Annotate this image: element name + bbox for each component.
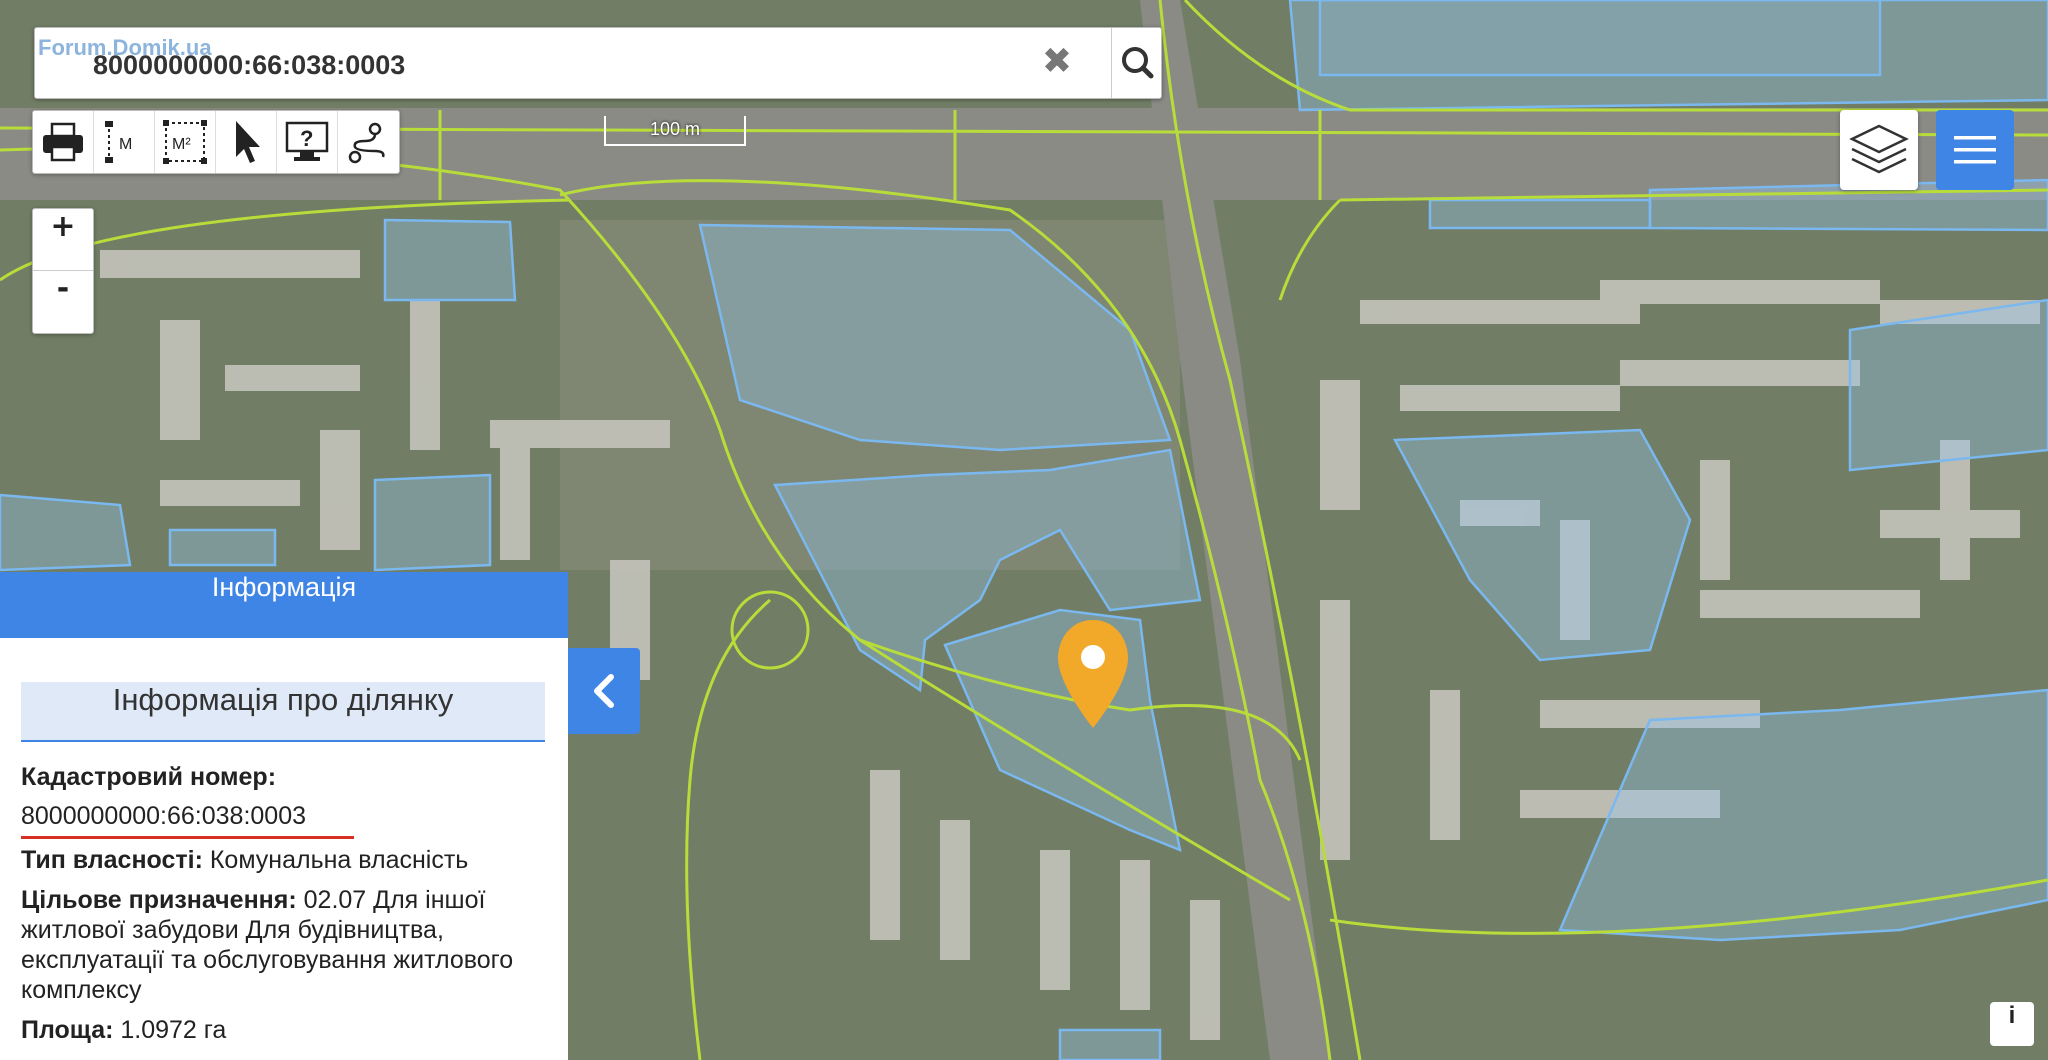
cadastral-label-row: Кадастровий номер: xyxy=(21,762,551,792)
clear-icon[interactable]: ✖ xyxy=(1037,42,1077,82)
chevron-left-icon xyxy=(594,674,614,708)
purpose-row: Цільове призначення: 02.07 Для іншої жит… xyxy=(21,885,551,1005)
ownership-row: Тип власності: Комунальна власність xyxy=(21,845,551,875)
menu-button[interactable] xyxy=(1936,110,2014,190)
measure-area-label: M² xyxy=(172,136,191,153)
measure-distance-icon: M xyxy=(105,121,132,163)
layers-button[interactable] xyxy=(1840,110,1918,190)
search-button[interactable] xyxy=(1113,28,1161,98)
svg-text:?: ? xyxy=(300,126,313,151)
print-button[interactable] xyxy=(33,111,94,173)
map-toolbar: M M² ? xyxy=(32,110,400,174)
zoom-out-button[interactable]: - xyxy=(33,271,93,332)
cadastral-underline xyxy=(21,836,354,839)
route-icon xyxy=(348,122,385,164)
hamburger-menu-icon xyxy=(1954,136,1996,164)
panel-header: Інформація xyxy=(0,572,568,638)
info-panel: Інформація Інформація про ділянку Кадаст… xyxy=(0,572,568,1060)
route-button[interactable] xyxy=(338,111,398,173)
parcel-info-heading: Інформація про ділянку xyxy=(21,682,545,742)
search-icon xyxy=(1122,47,1154,79)
ownership-label: Тип власності: xyxy=(21,846,203,874)
purpose-label: Цільове призначення: xyxy=(21,886,297,914)
cadastral-label: Кадастровий номер: xyxy=(21,763,277,791)
area-value: 1.0972 га xyxy=(113,1016,227,1044)
help-icon: ? xyxy=(285,121,329,161)
collapse-panel-button[interactable] xyxy=(568,648,640,734)
measure-distance-button[interactable]: M xyxy=(94,111,155,173)
select-button[interactable] xyxy=(216,111,277,173)
area-row: Площа: 1.0972 га xyxy=(21,1015,551,1045)
search-divider xyxy=(1111,28,1112,98)
pointer-icon xyxy=(236,121,260,163)
cadastral-number[interactable]: 8000000000:66:038:0003 xyxy=(21,802,306,831)
search-input[interactable] xyxy=(93,48,993,82)
measure-area-button[interactable]: M² xyxy=(155,111,216,173)
watermark: Forum.Domik.ua xyxy=(38,35,212,60)
help-button[interactable]: ? xyxy=(277,111,338,173)
measure-area-icon: M² xyxy=(163,120,207,164)
area-label: Площа: xyxy=(21,1016,114,1044)
measure-distance-label: M xyxy=(119,136,132,153)
ownership-value: Комунальна власність xyxy=(202,846,469,874)
zoom-control: + - xyxy=(32,208,94,334)
scale-bar: 100 m xyxy=(604,116,746,146)
printer-icon xyxy=(43,122,83,162)
info-button[interactable]: i xyxy=(1990,1002,2034,1046)
layers-icon xyxy=(1849,124,1909,174)
zoom-in-button[interactable]: + xyxy=(33,209,93,271)
